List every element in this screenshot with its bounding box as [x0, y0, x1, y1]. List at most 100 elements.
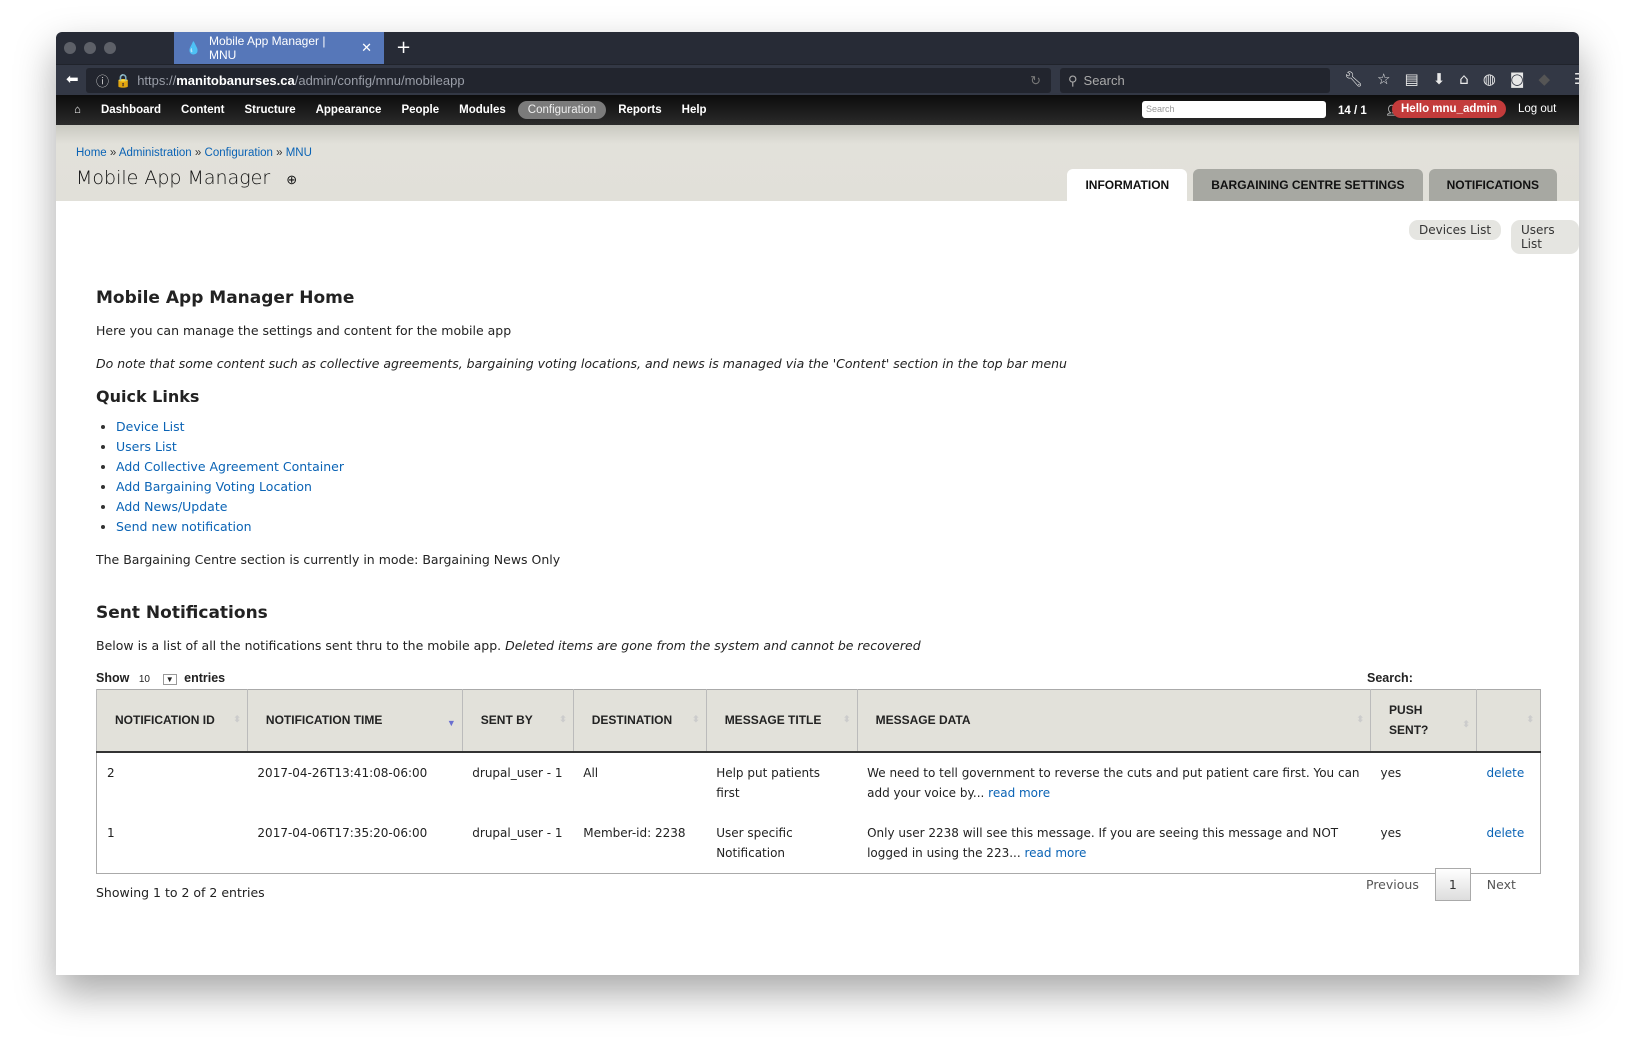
col-push-sent[interactable]: PUSH SENT? ⬍: [1370, 689, 1477, 753]
read-more-link[interactable]: read more: [988, 786, 1050, 800]
menu-structure[interactable]: Structure: [244, 104, 295, 116]
tab-bargaining-centre-settings[interactable]: BARGAINING CENTRE SETTINGS: [1193, 169, 1423, 201]
col-sent-by[interactable]: SENT BY ⬍: [461, 689, 574, 753]
add-news-link[interactable]: Add News/Update: [116, 499, 227, 514]
menu-reports[interactable]: Reports: [618, 104, 661, 116]
page-1-button[interactable]: 1: [1434, 868, 1471, 901]
new-tab-button[interactable]: +: [396, 37, 411, 58]
reload-icon[interactable]: ↻: [1030, 73, 1041, 89]
list-item: Device List: [116, 417, 344, 437]
entries-label: entries: [184, 671, 226, 685]
cell-sent-by: drupal_user - 1: [472, 765, 563, 780]
col-destination[interactable]: DESTINATION ⬍: [572, 689, 707, 753]
menu-dashboard[interactable]: Dashboard: [101, 104, 161, 116]
quick-links-heading: Quick Links: [96, 387, 200, 406]
col-label: MESSAGE DATA: [875, 713, 971, 728]
users-list-link[interactable]: Users List: [116, 439, 177, 454]
pocket-icon[interactable]: ◙: [1510, 70, 1525, 88]
home-icon[interactable]: ⌂: [1459, 70, 1469, 88]
cell-title: User specific Notification: [716, 825, 793, 860]
list-item: Add News/Update: [116, 497, 344, 517]
list-item: Add Bargaining Voting Location: [116, 477, 344, 497]
delete-link[interactable]: delete: [1486, 826, 1524, 840]
col-message-data[interactable]: MESSAGE DATA ⬍: [856, 689, 1371, 753]
users-list-button[interactable]: Users List: [1511, 220, 1579, 254]
breadcrumb-configuration[interactable]: Configuration: [205, 147, 273, 159]
tab-notifications[interactable]: NOTIFICATIONS: [1428, 169, 1557, 201]
menu-content[interactable]: Content: [181, 104, 224, 116]
browser-search-field[interactable]: ⚲ Search: [1060, 68, 1330, 93]
menu-icon[interactable]: ☰: [1574, 70, 1579, 88]
minimize-window-button[interactable]: [84, 42, 96, 54]
page-title-text: Mobile App Manager: [76, 167, 271, 189]
wrench-icon[interactable]: 🔧︎: [1344, 70, 1363, 88]
back-icon[interactable]: ⬅: [66, 70, 79, 88]
add-shortcut-icon[interactable]: ⊕: [286, 173, 297, 188]
url-path: /admin/config/mnu/mobileapp: [294, 73, 465, 88]
sort-icon: ⬍: [843, 714, 851, 724]
previous-button[interactable]: Previous: [1366, 877, 1419, 892]
mode-text: The Bargaining Centre section is current…: [96, 552, 561, 567]
zoom-window-button[interactable]: [104, 42, 116, 54]
star-icon[interactable]: ☆: [1377, 70, 1390, 88]
browser-tab[interactable]: 💧 Mobile App Manager | MNU ✕: [174, 32, 384, 64]
message-text: We need to tell government to reverse th…: [867, 765, 1360, 800]
breadcrumb: Home » Administration » Configuration » …: [76, 147, 312, 159]
eraser-icon[interactable]: ◆: [1538, 70, 1550, 88]
show-label: Show: [96, 671, 130, 685]
menu-appearance[interactable]: Appearance: [316, 104, 382, 116]
sort-icon: ⬍: [233, 714, 241, 724]
table-row: 1 2017-04-06T17:35:20-06:00 drupal_user …: [97, 813, 1541, 874]
message-text: Only user 2238 will see this message. If…: [867, 825, 1339, 860]
cell-destination: All: [583, 765, 599, 780]
col-notification-time[interactable]: NOTIFICATION TIME ▼: [246, 689, 463, 753]
add-collective-agreement-link[interactable]: Add Collective Agreement Container: [116, 459, 344, 474]
page-header: Home » Administration » Configuration » …: [56, 125, 1579, 201]
cell-title: Help put patients first: [716, 765, 821, 800]
menu-people[interactable]: People: [401, 104, 439, 116]
drupal-icon: 💧: [186, 41, 201, 55]
breadcrumb-administration[interactable]: Administration: [119, 147, 192, 159]
cell-id: 2: [107, 765, 115, 780]
globe-icon[interactable]: ◍: [1483, 70, 1496, 88]
home-icon[interactable]: ⌂: [74, 104, 81, 116]
devices-list-button[interactable]: Devices List: [1409, 220, 1502, 240]
col-message-title[interactable]: MESSAGE TITLE ⬍: [705, 689, 858, 753]
lock-icon: 🔒: [115, 72, 132, 88]
count-text: 14 / 1: [1338, 105, 1367, 117]
menu-configuration[interactable]: Configuration: [517, 101, 607, 119]
info-icon[interactable]: ⓘ: [96, 71, 109, 90]
close-window-button[interactable]: [64, 42, 76, 54]
close-tab-icon[interactable]: ✕: [361, 40, 372, 56]
breadcrumb-mnu[interactable]: MNU: [286, 147, 312, 159]
cell-time: 2017-04-26T13:41:08-06:00: [257, 765, 428, 780]
table-row: 2 2017-04-26T13:41:08-06:00 drupal_user …: [97, 752, 1541, 813]
read-more-link[interactable]: read more: [1024, 846, 1086, 860]
logout-link[interactable]: Log out: [1518, 103, 1556, 115]
note-text: Do note that some content such as collec…: [96, 356, 1067, 371]
col-actions[interactable]: ⬍: [1475, 689, 1541, 753]
breadcrumb-home[interactable]: Home: [76, 147, 107, 159]
menu-help[interactable]: Help: [682, 104, 707, 116]
clipboard-icon[interactable]: ▤: [1405, 70, 1419, 88]
page-length-value: 10: [138, 674, 150, 685]
next-button[interactable]: Next: [1487, 877, 1516, 892]
url-field[interactable]: ⓘ 🔒 https://manitobanurses.ca/admin/conf…: [86, 68, 1051, 93]
page-length-select[interactable]: 10 ▼: [139, 674, 177, 685]
cell-push: yes: [1380, 765, 1402, 780]
delete-link[interactable]: delete: [1486, 766, 1524, 780]
tab-information[interactable]: INFORMATION: [1067, 169, 1188, 201]
menu-modules[interactable]: Modules: [459, 104, 506, 116]
download-icon[interactable]: ⬇: [1433, 70, 1446, 88]
intro-text: Here you can manage the settings and con…: [96, 323, 512, 338]
col-label: PUSH SENT?: [1389, 703, 1429, 738]
add-voting-location-link[interactable]: Add Bargaining Voting Location: [116, 479, 312, 494]
device-list-link[interactable]: Device List: [116, 419, 185, 434]
col-notification-id[interactable]: NOTIFICATION ID ⬍: [96, 689, 248, 753]
send-notification-link[interactable]: Send new notification: [116, 519, 252, 534]
cell-sent-by: drupal_user - 1: [472, 825, 563, 840]
user-menu-button[interactable]: Hello mnu_admin: [1392, 100, 1506, 118]
url-domain: manitobanurses.ca: [176, 73, 295, 88]
admin-search-input[interactable]: Search: [1142, 101, 1326, 118]
sort-icon: ⬍: [1356, 714, 1365, 724]
